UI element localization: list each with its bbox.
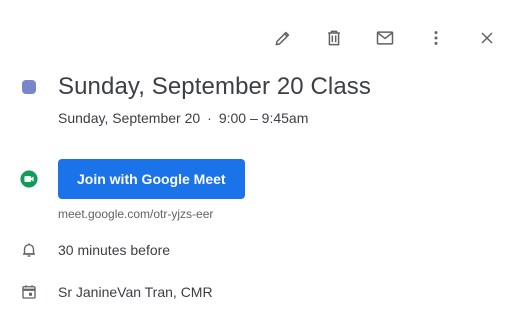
calendar-row: Sr JanineVan Tran, CMR — [0, 282, 213, 302]
edit-button[interactable] — [267, 22, 299, 54]
calendar-owner: Sr JanineVan Tran, CMR — [58, 284, 213, 300]
meet-row: Join with Google Meet — [0, 159, 245, 199]
more-options-button[interactable] — [420, 22, 452, 54]
mail-icon — [376, 31, 394, 45]
event-title-row: Sunday, September 20 Class — [0, 70, 371, 104]
join-meet-button[interactable]: Join with Google Meet — [58, 159, 245, 199]
reminder-text: 30 minutes before — [58, 242, 171, 258]
event-title: Sunday, September 20 Class — [58, 73, 371, 100]
meet-link[interactable]: meet.google.com/otr-yjzs-eer — [58, 207, 213, 221]
trash-icon — [328, 30, 340, 46]
google-meet-icon — [20, 170, 38, 188]
event-date: Sunday, September 20 — [58, 110, 201, 126]
email-guests-button[interactable] — [369, 22, 401, 54]
delete-button[interactable] — [318, 22, 350, 54]
more-vert-icon — [434, 31, 438, 45]
event-datetime: Sunday, September 20 · 9:00 – 9:45am — [58, 110, 308, 126]
reminder-row: 30 minutes before — [0, 240, 170, 260]
event-toolbar — [267, 22, 503, 54]
bell-icon — [23, 243, 35, 257]
event-color-swatch — [22, 80, 36, 94]
event-time: 9:00 – 9:45am — [218, 110, 309, 126]
calendar-icon — [22, 285, 36, 299]
close-button[interactable] — [471, 22, 503, 54]
datetime-separator: · — [207, 110, 212, 126]
close-icon — [481, 32, 493, 44]
edit-icon — [275, 31, 290, 46]
